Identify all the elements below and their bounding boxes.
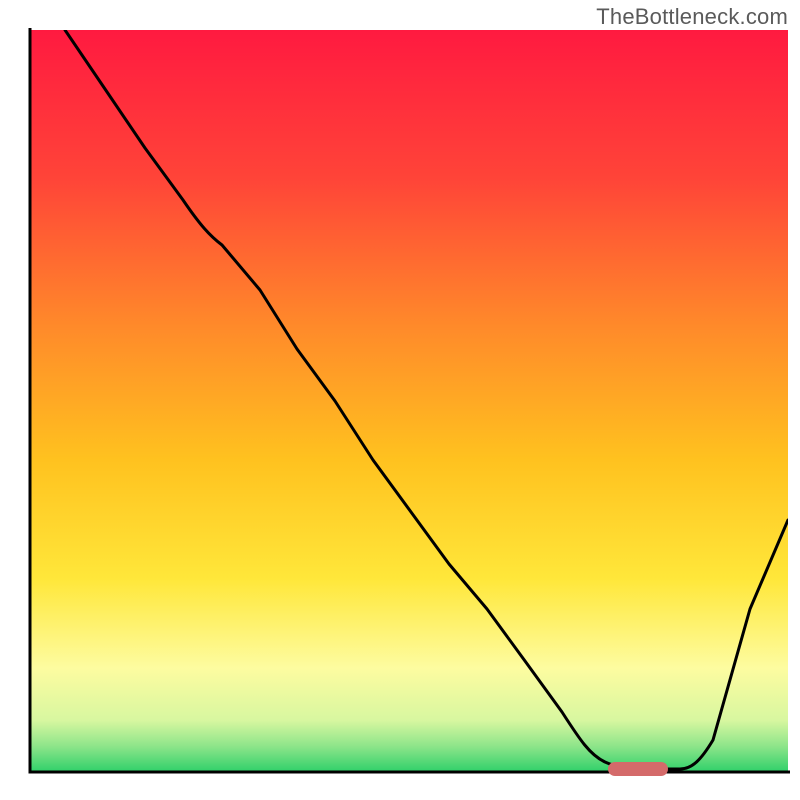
plot-background-gradient (30, 30, 788, 772)
bottleneck-chart (0, 0, 800, 800)
optimal-marker (608, 762, 668, 776)
chart-container: TheBottleneck.com (0, 0, 800, 800)
watermark-text: TheBottleneck.com (596, 4, 788, 30)
